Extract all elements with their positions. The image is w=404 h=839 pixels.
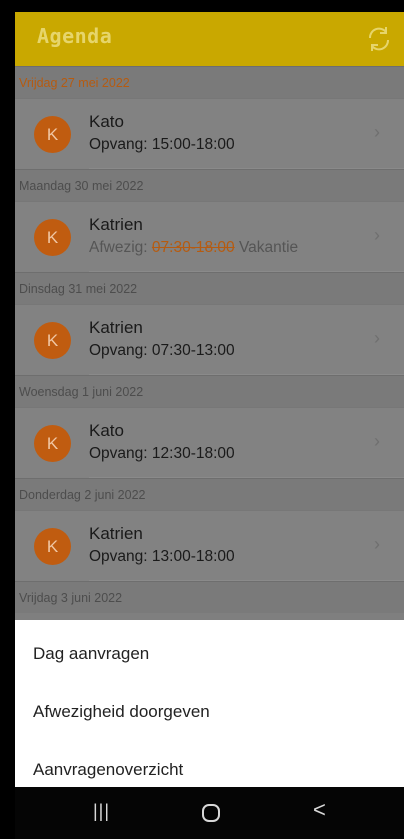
- list-item[interactable]: K Katrien Afwezig: 07:30-18:00 Vakantie …: [15, 201, 404, 272]
- list-item[interactable]: K Katrien Opvang: 07:30-13:00 ›: [15, 304, 404, 375]
- entry-detail: Opvang: 15:00-18:00: [89, 136, 235, 154]
- chevron-right-icon: ›: [374, 431, 380, 451]
- list-item[interactable]: K Katrien Opvang: 13:00-18:00 ›: [15, 510, 404, 581]
- child-name: Katrien: [89, 524, 143, 543]
- entry-reason: Vakantie: [238, 239, 299, 256]
- entry-detail: Opvang: 07:30-13:00: [89, 342, 235, 360]
- avatar: K: [34, 528, 71, 565]
- chevron-right-icon: ›: [374, 225, 380, 245]
- chevron-right-icon: ›: [374, 534, 380, 554]
- recent-apps-icon[interactable]: |||: [93, 801, 110, 822]
- entry-type: Opvang:: [89, 548, 148, 565]
- agenda-list: Vrijdag 27 mei 2022 K Kato Opvang: 15:00…: [15, 66, 404, 613]
- requests-overview-button[interactable]: Aanvragenoverzicht: [33, 760, 183, 780]
- child-name: Katrien: [89, 318, 143, 337]
- avatar: K: [34, 322, 71, 359]
- refresh-icon[interactable]: [364, 24, 394, 54]
- list-item[interactable]: K Kato Opvang: 12:30-18:00 ›: [15, 407, 404, 478]
- report-absence-button[interactable]: Afwezigheid doorgeven: [33, 702, 210, 722]
- entry-type: Opvang:: [89, 445, 148, 462]
- child-name: Katrien: [89, 215, 143, 234]
- entry-type: Opvang:: [89, 342, 148, 359]
- back-icon[interactable]: <: [313, 797, 326, 823]
- entry-detail: Opvang: 13:00-18:00: [89, 548, 235, 566]
- date-header: Vrijdag 3 juni 2022: [15, 581, 404, 613]
- home-icon[interactable]: [200, 802, 222, 828]
- page-title: Agenda: [37, 24, 113, 48]
- date-header: Maandag 30 mei 2022: [15, 169, 404, 201]
- avatar: K: [34, 219, 71, 256]
- action-sheet: Dag aanvragen Afwezigheid doorgeven Aanv…: [15, 620, 404, 787]
- chevron-right-icon: ›: [374, 122, 380, 142]
- request-day-button[interactable]: Dag aanvragen: [33, 644, 149, 664]
- child-name: Kato: [89, 112, 124, 131]
- list-item[interactable]: K Kato Opvang: 15:00-18:00 ›: [15, 98, 404, 169]
- entry-time: 13:00-18:00: [151, 548, 235, 565]
- date-header: Woensdag 1 juni 2022: [15, 375, 404, 407]
- system-navbar: ||| <: [15, 787, 404, 839]
- date-header: Dinsdag 31 mei 2022: [15, 272, 404, 304]
- entry-time: 07:30-18:00: [151, 239, 235, 256]
- entry-time: 07:30-13:00: [151, 342, 235, 359]
- app-screen: Agenda Vrijdag 27 mei 2022 K Kato Opvang…: [15, 12, 404, 839]
- date-header: Vrijdag 27 mei 2022: [15, 66, 404, 98]
- entry-time: 15:00-18:00: [151, 136, 235, 153]
- date-header: Donderdag 2 juni 2022: [15, 478, 404, 510]
- entry-detail: Opvang: 12:30-18:00: [89, 445, 235, 463]
- entry-time: 12:30-18:00: [151, 445, 235, 462]
- entry-detail: Afwezig: 07:30-18:00 Vakantie: [89, 239, 298, 257]
- avatar: K: [34, 425, 71, 462]
- app-header: Agenda: [15, 12, 404, 66]
- avatar: K: [34, 116, 71, 153]
- child-name: Kato: [89, 421, 124, 440]
- entry-type: Opvang:: [89, 136, 148, 153]
- chevron-right-icon: ›: [374, 328, 380, 348]
- entry-type: Afwezig:: [89, 239, 148, 256]
